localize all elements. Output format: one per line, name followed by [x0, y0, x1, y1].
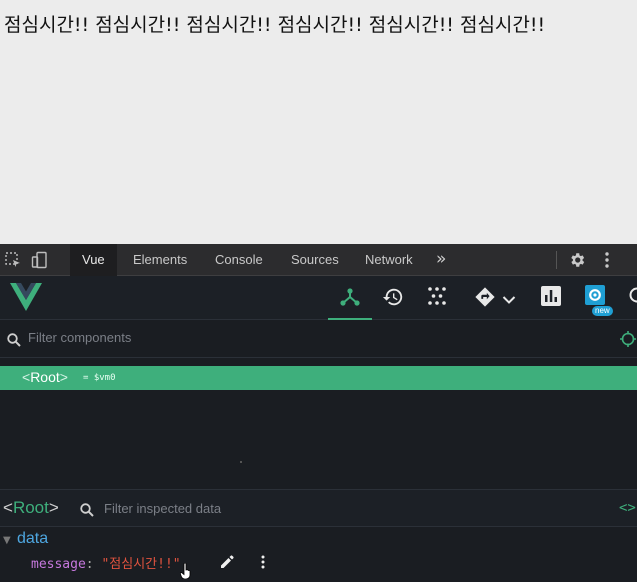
component-filter-bar [0, 320, 637, 358]
plugins-icon[interactable] [427, 286, 447, 310]
vue-logo-icon [10, 282, 42, 316]
search-icon[interactable] [628, 286, 637, 310]
devtools-tab-bar: Vue Elements Console Sources Network » [0, 244, 637, 276]
vm-reference: = $vm0 [83, 373, 116, 383]
state-property-row[interactable]: message: "점심시간!!" [31, 553, 181, 573]
new-badge: new [592, 306, 613, 316]
search-icon [80, 502, 94, 521]
components-icon[interactable] [339, 286, 361, 312]
mouse-pointer-icon [179, 562, 192, 582]
tab-console[interactable]: Console [203, 244, 275, 276]
select-component-target-icon[interactable] [620, 331, 636, 351]
tab-sources[interactable]: Sources [279, 244, 351, 276]
edit-pencil-icon[interactable] [219, 554, 235, 574]
collapse-arrow-icon[interactable]: ▼ [3, 535, 11, 546]
more-tabs-button[interactable]: » [436, 244, 446, 276]
vue-devtools-toolbar: new [0, 276, 637, 320]
timeline-icon[interactable] [382, 286, 404, 312]
property-value[interactable]: "점심시간!!" [101, 557, 180, 572]
root-component-tag: <Root> [22, 369, 68, 385]
property-colon: : [85, 557, 94, 572]
property-key: message [31, 557, 86, 572]
inspected-data-filter-input[interactable] [104, 501, 594, 516]
tab-elements[interactable]: Elements [121, 244, 199, 276]
search-icon [7, 332, 21, 351]
inspected-component-name: <Root> [3, 498, 59, 517]
inspector-state: ▼ data message: "점심시간!!" [0, 527, 637, 582]
chevron-down-icon[interactable] [502, 290, 516, 309]
tab-vue[interactable]: Vue [70, 244, 117, 276]
router-icon[interactable] [474, 286, 496, 312]
stray-dot [240, 461, 242, 463]
performance-icon[interactable] [541, 286, 561, 310]
open-in-editor-icon[interactable]: <> [619, 500, 636, 516]
toolbar-divider [556, 251, 557, 269]
webpage-viewport: 점심시간!! 점심시간!! 점심시간!! 점심시간!! 점심시간!! 점심시간!… [0, 0, 637, 244]
customize-devtools-icon[interactable] [604, 250, 610, 274]
more-actions-icon[interactable] [259, 554, 267, 574]
inspect-element-icon[interactable] [4, 251, 22, 269]
data-section-title[interactable]: data [17, 530, 48, 548]
page-text: 점심시간!! 점심시간!! 점심시간!! 점심시간!! 점심시간!! 점심시간!… [4, 14, 546, 36]
inspector-header: <Root> <> [0, 489, 637, 527]
device-toolbar-icon[interactable] [31, 251, 49, 269]
tree-node-root[interactable]: <Root> = $vm0 [0, 366, 637, 390]
component-filter-input[interactable] [28, 330, 588, 345]
settings-gear-icon[interactable] [568, 251, 586, 273]
tab-network[interactable]: Network [353, 244, 425, 276]
component-tree: <Root> = $vm0 [0, 358, 637, 489]
